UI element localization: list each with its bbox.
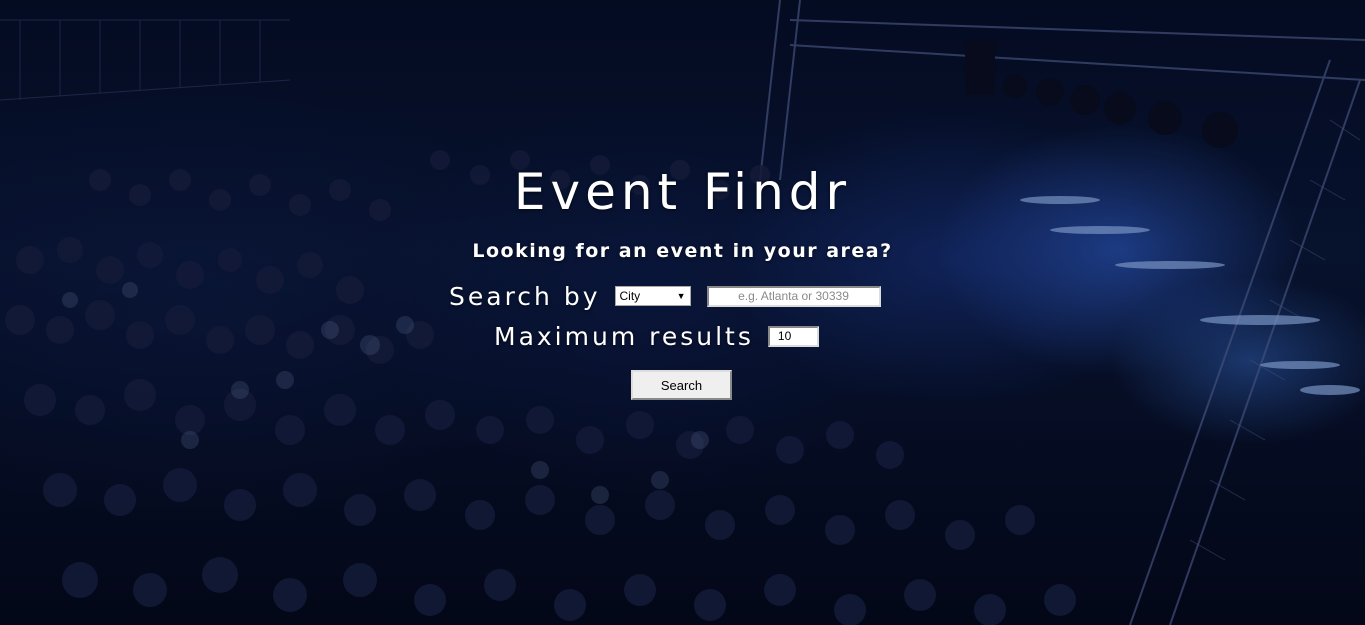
search-button[interactable]: Search [631, 370, 732, 400]
search-panel: Event Findr Looking for an event in your… [0, 0, 1365, 625]
page-title: Event Findr [513, 163, 852, 221]
search-by-label: Search by [449, 281, 601, 311]
location-input[interactable] [706, 285, 881, 307]
max-results-label: Maximum results [494, 321, 754, 351]
search-by-row: Search by City ▼ [449, 280, 881, 312]
max-results-input[interactable] [767, 325, 819, 347]
max-results-row: Maximum results [494, 320, 819, 352]
chevron-down-icon: ▼ [676, 291, 686, 301]
page-subtitle: Looking for an event in your area? [472, 240, 893, 262]
search-by-selected-value: City [619, 289, 641, 303]
search-by-select[interactable]: City ▼ [614, 286, 691, 306]
